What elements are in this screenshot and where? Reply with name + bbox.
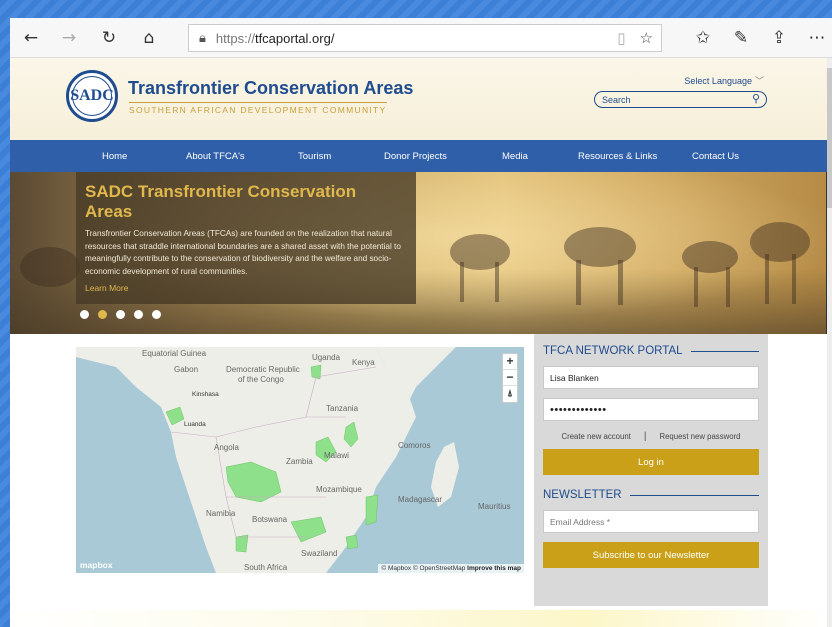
- nav-item-about[interactable]: About TFCA's: [186, 151, 245, 162]
- mapbox-logo[interactable]: mapbox: [80, 560, 113, 570]
- home-icon[interactable]: ⌂: [134, 23, 164, 53]
- map-label: Swaziland: [301, 549, 338, 558]
- map-label: Kenya: [352, 358, 375, 367]
- site-title[interactable]: Transfrontier Conservation Areas: [128, 78, 413, 99]
- search-icon[interactable]: ⚲: [752, 92, 760, 105]
- tfca-map[interactable]: Equatorial Guinea Gabon Democratic Repub…: [76, 347, 524, 573]
- more-icon[interactable]: ⋯: [802, 23, 832, 53]
- favorite-star-icon[interactable]: ☆: [640, 29, 653, 47]
- browser-window: ← → ↻ ⌂ 🔒︎ https://tfcaportal.org/ ▯ ☆ ✩…: [10, 18, 832, 627]
- map-label: Gabon: [174, 365, 199, 374]
- map-label: Malawi: [324, 451, 349, 460]
- web-page: SADC Transfrontier Conservation Areas SO…: [10, 58, 832, 627]
- map-label: Angola: [214, 443, 239, 452]
- sadc-logo[interactable]: SADC: [66, 70, 118, 122]
- page-scrollbar[interactable]: [827, 58, 832, 627]
- learn-more-link[interactable]: Learn More: [85, 283, 407, 293]
- map-label: Madagascar: [398, 495, 443, 504]
- map-label: South Africa: [244, 563, 288, 572]
- zoom-out-button[interactable]: −: [503, 370, 517, 386]
- account-links: Create new account | Request new passwor…: [543, 431, 759, 442]
- hero-slider: SADC Transfrontier Conservation Areas Tr…: [10, 172, 832, 334]
- newsletter-email-field[interactable]: Email Address *: [543, 510, 759, 533]
- browser-toolbar: ← → ↻ ⌂ 🔒︎ https://tfcaportal.org/ ▯ ☆ ✩…: [10, 18, 832, 58]
- slider-dot[interactable]: [134, 310, 143, 319]
- back-icon[interactable]: ←: [16, 23, 46, 53]
- create-account-link[interactable]: Create new account: [561, 432, 630, 441]
- nav-item-tourism[interactable]: Tourism: [298, 151, 331, 162]
- nav-item-resources[interactable]: Resources & Links: [578, 151, 657, 162]
- main-nav: Home About TFCA's Tourism Donor Projects…: [10, 140, 832, 172]
- site-subtitle: SOUTHERN AFRICAN DEVELOPMENT COMMUNITY: [129, 102, 387, 115]
- map-label: Tanzania: [326, 404, 359, 413]
- nav-item-media[interactable]: Media: [502, 151, 528, 162]
- reading-view-icon[interactable]: ▯: [617, 29, 625, 47]
- slider-dot[interactable]: [116, 310, 125, 319]
- refresh-icon[interactable]: ↻: [94, 23, 124, 53]
- map-label: Democratic Republic: [226, 365, 300, 374]
- map-label: of the Congo: [238, 375, 284, 384]
- map-label: Namibia: [206, 509, 236, 518]
- nav-item-donor-projects[interactable]: Donor Projects: [384, 151, 447, 162]
- map-zoom-controls: + − ⍋: [502, 353, 518, 403]
- map-label: Zambia: [286, 457, 313, 466]
- share-icon[interactable]: ⇪: [764, 23, 794, 53]
- slider-dot[interactable]: [80, 310, 89, 319]
- hero-title: SADC Transfrontier Conservation Areas: [85, 182, 357, 221]
- language-selector[interactable]: Select Language ﹀: [684, 74, 764, 87]
- portal-sidebar: TFCA NETWORK PORTAL Lisa Blanken •••••••…: [534, 334, 768, 606]
- login-button[interactable]: Log in: [543, 449, 759, 475]
- chevron-down-icon: ﹀: [754, 76, 764, 86]
- hero-text: Transfrontier Conservation Areas (TFCAs)…: [85, 229, 401, 276]
- username-field[interactable]: Lisa Blanken: [543, 366, 759, 389]
- portal-heading: TFCA NETWORK PORTAL: [543, 345, 759, 357]
- password-field[interactable]: •••••••••••••: [543, 398, 759, 421]
- forward-icon[interactable]: →: [54, 23, 84, 53]
- map-label: Equatorial Guinea: [142, 349, 207, 358]
- subscribe-button[interactable]: Subscribe to our Newsletter: [543, 542, 759, 568]
- map-attribution: © Mapbox © OpenStreetMap Improve this ma…: [378, 564, 524, 573]
- map-label: Comoros: [398, 441, 431, 450]
- map-label: Luanda: [184, 421, 206, 428]
- newsletter-heading: NEWSLETTER: [543, 489, 759, 501]
- site-header: SADC Transfrontier Conservation Areas SO…: [10, 58, 832, 140]
- search-input[interactable]: Search ⚲: [594, 91, 767, 108]
- favorites-list-icon[interactable]: ✩: [688, 23, 718, 53]
- url-text: https://tfcaportal.org/: [215, 30, 335, 46]
- lock-icon: 🔒︎: [199, 30, 206, 46]
- zoom-in-button[interactable]: +: [503, 354, 517, 370]
- hero-caption: SADC Transfrontier Conservation Areas Tr…: [76, 172, 416, 304]
- nav-item-home[interactable]: Home: [102, 151, 127, 162]
- map-label: Botswana: [252, 515, 288, 524]
- map-label: Mozambique: [316, 485, 362, 494]
- slider-dot[interactable]: [152, 310, 161, 319]
- address-bar[interactable]: 🔒︎ https://tfcaportal.org/ ▯ ☆: [188, 24, 662, 52]
- link-separator: |: [643, 431, 647, 442]
- map-label: Kinshasa: [192, 391, 219, 398]
- request-password-link[interactable]: Request new password: [659, 432, 740, 441]
- compass-button[interactable]: ⍋: [503, 386, 517, 402]
- nav-item-contact[interactable]: Contact Us: [692, 151, 739, 162]
- map-label: Mauritius: [478, 502, 511, 511]
- slider-dot[interactable]: [98, 310, 107, 319]
- map-label: Uganda: [312, 353, 341, 362]
- main-content: Equatorial Guinea Gabon Democratic Repub…: [10, 334, 832, 627]
- pen-icon[interactable]: ✎: [726, 23, 756, 53]
- improve-map-link[interactable]: Improve this map: [467, 565, 521, 572]
- slider-dots: [80, 310, 161, 319]
